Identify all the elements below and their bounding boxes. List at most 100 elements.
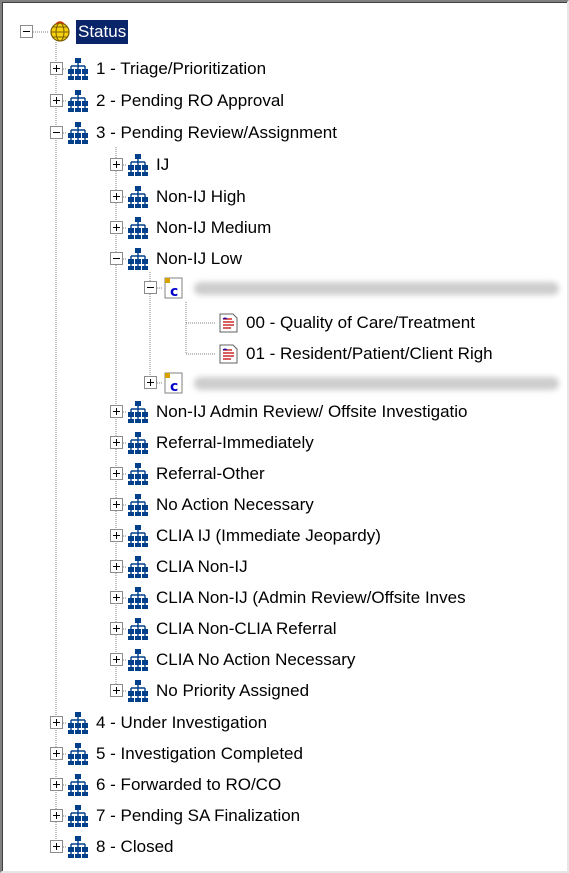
allegation-document-icon bbox=[216, 342, 240, 366]
redacted-case-name bbox=[194, 377, 559, 390]
expand-toggle[interactable] bbox=[144, 376, 157, 389]
tree-node-label[interactable]: IJ bbox=[154, 153, 171, 177]
collapse-toggle[interactable] bbox=[144, 281, 157, 294]
expand-toggle[interactable] bbox=[50, 778, 63, 791]
tree-node-label[interactable]: No Action Necessary bbox=[154, 493, 316, 517]
org-hierarchy-icon bbox=[66, 121, 90, 145]
tree-node-label[interactable]: CLIA No Action Necessary bbox=[154, 648, 357, 672]
expand-toggle[interactable] bbox=[110, 684, 123, 697]
org-hierarchy-icon bbox=[126, 524, 150, 548]
tree-node-priority-clia-non-clia-referral[interactable]: CLIA Non-CLIA Referral bbox=[2, 614, 562, 644]
complaint-case-icon bbox=[162, 276, 186, 300]
tree-node-status-7[interactable]: 7 - Pending SA Finalization bbox=[2, 801, 562, 831]
org-hierarchy-icon bbox=[126, 679, 150, 703]
org-hierarchy-icon bbox=[66, 773, 90, 797]
tree-node-status-8[interactable]: 8 - Closed bbox=[2, 832, 562, 862]
expand-toggle[interactable] bbox=[110, 190, 123, 203]
redacted-case-name bbox=[194, 282, 559, 295]
tree-node-label[interactable]: CLIA IJ (Immediate Jeopardy) bbox=[154, 524, 383, 548]
tree-node-label[interactable]: Non-IJ Medium bbox=[154, 216, 273, 240]
expand-toggle[interactable] bbox=[50, 747, 63, 760]
tree-node-case-2[interactable] bbox=[2, 368, 562, 398]
tree-node-label[interactable]: 2 - Pending RO Approval bbox=[94, 89, 286, 113]
org-hierarchy-icon bbox=[126, 617, 150, 641]
tree-node-label[interactable]: CLIA Non-IJ bbox=[154, 555, 250, 579]
tree-node-status-4[interactable]: 4 - Under Investigation bbox=[2, 708, 562, 738]
tree-node-status-5[interactable]: 5 - Investigation Completed bbox=[2, 739, 562, 769]
tree-node-priority-non-ij-medium[interactable]: Non-IJ Medium bbox=[2, 213, 562, 243]
tree-node-allegation-00[interactable]: 00 - Quality of Care/Treatment bbox=[2, 308, 562, 338]
expand-toggle[interactable] bbox=[110, 498, 123, 511]
tree-node-label[interactable]: Status bbox=[76, 20, 129, 44]
tree-node-priority-clia-non-ij-admin-review[interactable]: CLIA Non-IJ (Admin Review/Offsite Inves bbox=[2, 583, 562, 613]
tree-node-priority-ij[interactable]: IJ bbox=[2, 150, 562, 180]
org-hierarchy-icon bbox=[66, 57, 90, 81]
tree-node-label[interactable]: 00 - Quality of Care/Treatment bbox=[244, 311, 477, 335]
tree-node-status-2[interactable]: 2 - Pending RO Approval bbox=[2, 86, 562, 116]
tree-node-label[interactable]: 8 - Closed bbox=[94, 835, 175, 859]
expand-toggle[interactable] bbox=[110, 529, 123, 542]
tree-node-priority-referral-other[interactable]: Referral-Other bbox=[2, 459, 562, 489]
expand-toggle[interactable] bbox=[110, 467, 123, 480]
tree-node-priority-clia-non-ij[interactable]: CLIA Non-IJ bbox=[2, 552, 562, 582]
tree-node-label[interactable]: 4 - Under Investigation bbox=[94, 711, 269, 735]
org-hierarchy-icon bbox=[126, 247, 150, 271]
tree-node-label[interactable]: Referral-Immediately bbox=[154, 431, 316, 455]
tree-node-priority-non-ij-low[interactable]: Non-IJ Low bbox=[2, 244, 562, 274]
expand-toggle[interactable] bbox=[110, 560, 123, 573]
tree-node-priority-clia-no-action[interactable]: CLIA No Action Necessary bbox=[2, 645, 562, 675]
org-hierarchy-icon bbox=[126, 493, 150, 517]
expand-toggle[interactable] bbox=[50, 840, 63, 853]
expand-toggle[interactable] bbox=[50, 716, 63, 729]
tree-node-label[interactable]: 5 - Investigation Completed bbox=[94, 742, 305, 766]
tree-node-priority-referral-immediately[interactable]: Referral-Immediately bbox=[2, 428, 562, 458]
tree-node-case-1[interactable] bbox=[2, 273, 562, 303]
tree-node-priority-clia-ij[interactable]: CLIA IJ (Immediate Jeopardy) bbox=[2, 521, 562, 551]
collapse-toggle[interactable] bbox=[50, 126, 63, 139]
tree-node-label[interactable]: 01 - Resident/Patient/Client Righ bbox=[244, 342, 495, 366]
org-hierarchy-icon bbox=[66, 835, 90, 859]
expand-toggle[interactable] bbox=[110, 436, 123, 449]
org-hierarchy-icon bbox=[126, 586, 150, 610]
tree-node-label[interactable]: 3 - Pending Review/Assignment bbox=[94, 121, 339, 145]
expand-toggle[interactable] bbox=[110, 591, 123, 604]
tree-node-priority-no-priority-assigned[interactable]: No Priority Assigned bbox=[2, 676, 562, 706]
org-hierarchy-icon bbox=[66, 89, 90, 113]
tree-node-label[interactable]: Referral-Other bbox=[154, 462, 267, 486]
collapse-toggle[interactable] bbox=[110, 252, 123, 265]
tree-node-status-6[interactable]: 6 - Forwarded to RO/CO bbox=[2, 770, 562, 800]
allegation-document-icon bbox=[216, 311, 240, 335]
tree-node-label[interactable]: Non-IJ High bbox=[154, 185, 248, 209]
tree-node-status-3[interactable]: 3 - Pending Review/Assignment bbox=[2, 118, 562, 148]
org-hierarchy-icon bbox=[66, 742, 90, 766]
tree-node-status-1[interactable]: 1 - Triage/Prioritization bbox=[2, 54, 562, 84]
expand-toggle[interactable] bbox=[110, 622, 123, 635]
collapse-toggle[interactable] bbox=[20, 25, 33, 38]
expand-toggle[interactable] bbox=[110, 158, 123, 171]
tree-node-label[interactable]: No Priority Assigned bbox=[154, 679, 311, 703]
tree-node-priority-non-ij-high[interactable]: Non-IJ High bbox=[2, 182, 562, 212]
tree-node-label[interactable]: 6 - Forwarded to RO/CO bbox=[94, 773, 283, 797]
tree-node-label[interactable]: Non-IJ Admin Review/ Offsite Investigati… bbox=[154, 400, 470, 424]
expand-toggle[interactable] bbox=[110, 221, 123, 234]
tree-node-label[interactable]: CLIA Non-CLIA Referral bbox=[154, 617, 338, 641]
expand-toggle[interactable] bbox=[50, 809, 63, 822]
tree-node-priority-no-action-necessary[interactable]: No Action Necessary bbox=[2, 490, 562, 520]
org-hierarchy-icon bbox=[126, 431, 150, 455]
tree-node-status-root[interactable]: Status bbox=[2, 17, 562, 47]
tree-node-label[interactable]: Non-IJ Low bbox=[154, 247, 244, 271]
status-tree-view[interactable]: Status 1 - Triage/Prioritization 2 - Pen… bbox=[0, 0, 569, 873]
tree-node-label[interactable]: 1 - Triage/Prioritization bbox=[94, 57, 268, 81]
tree-node-priority-non-ij-admin-review[interactable]: Non-IJ Admin Review/ Offsite Investigati… bbox=[2, 397, 562, 427]
tree-node-label[interactable]: CLIA Non-IJ (Admin Review/Offsite Inves bbox=[154, 586, 468, 610]
expand-toggle[interactable] bbox=[110, 405, 123, 418]
org-hierarchy-icon bbox=[66, 804, 90, 828]
expand-toggle[interactable] bbox=[50, 94, 63, 107]
expand-toggle[interactable] bbox=[110, 653, 123, 666]
expand-toggle[interactable] bbox=[50, 62, 63, 75]
org-hierarchy-icon bbox=[126, 400, 150, 424]
complaint-case-icon bbox=[162, 371, 186, 395]
tree-node-allegation-01[interactable]: 01 - Resident/Patient/Client Righ bbox=[2, 339, 562, 369]
tree-node-label[interactable]: 7 - Pending SA Finalization bbox=[94, 804, 302, 828]
org-hierarchy-icon bbox=[126, 462, 150, 486]
